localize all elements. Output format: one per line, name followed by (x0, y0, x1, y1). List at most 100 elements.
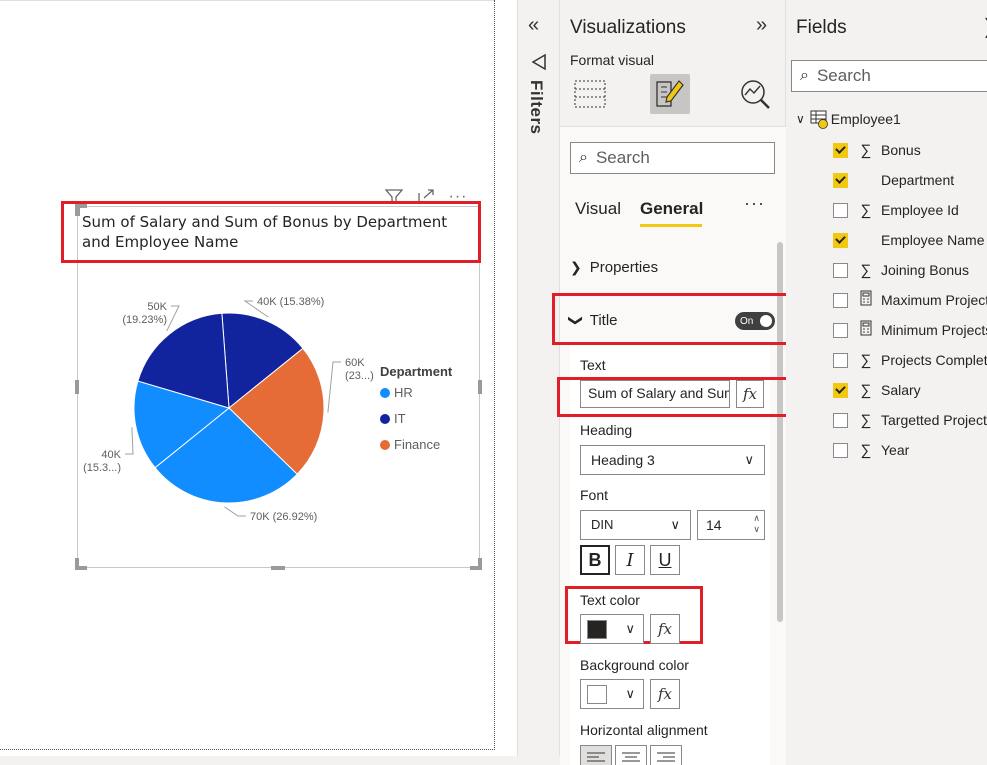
heading-select[interactable]: Heading 3 ∨ (580, 445, 765, 475)
search-placeholder: Search (816, 66, 871, 85)
legend-marker (380, 414, 390, 424)
field-item[interactable]: ∑ Employee Id (833, 200, 959, 220)
align-center-icon (622, 752, 640, 762)
chevron-down-icon: ∨ (670, 517, 680, 532)
field-item[interactable]: ∑ Targetted Projects (833, 410, 987, 430)
field-item[interactable]: Employee Name (833, 230, 985, 250)
font-label: Font (580, 487, 609, 503)
bold-button[interactable]: B (580, 545, 610, 575)
field-checkbox[interactable] (833, 442, 848, 458)
horizontal-alignment-label: Horizontal alignment (580, 722, 708, 738)
italic-button[interactable]: I (615, 545, 645, 575)
field-label: Year (881, 442, 910, 458)
align-left-button[interactable] (580, 745, 612, 765)
title-section-label: Title (589, 312, 618, 329)
title-section-header[interactable]: ❯ Title (568, 312, 618, 329)
field-checkbox[interactable] (833, 352, 848, 368)
expand-pane-icon[interactable]: » (756, 14, 767, 37)
legend-item[interactable]: HR (394, 385, 413, 400)
filter-pane-icon[interactable] (530, 52, 550, 72)
spinner-arrows-icon[interactable]: ∧ ∨ (753, 513, 760, 535)
properties-section-header[interactable]: ❯ Properties (570, 259, 658, 276)
text-color-fx-button[interactable]: fx (650, 614, 680, 644)
field-label: Department (881, 172, 955, 188)
field-item[interactable]: Department (833, 170, 954, 190)
pie-chart: 40K (15.38%) 60K (23...) 70K (26.92%) 40K (15… (83, 296, 453, 523)
field-checkbox[interactable] (833, 262, 848, 278)
format-visual-label: Format visual (570, 52, 655, 68)
active-tab-indicator (640, 224, 702, 227)
sigma-icon: ∑ (860, 201, 872, 219)
title-toggle[interactable]: On (735, 312, 775, 330)
toggle-label: On (740, 315, 754, 327)
build-visual-icon (574, 80, 606, 108)
field-label: Salary (881, 382, 921, 398)
filters-pane-collapsed: « Filters (517, 0, 560, 765)
leader-line (224, 506, 246, 517)
underline-button[interactable]: U (650, 545, 680, 575)
analytics-icon (741, 80, 770, 109)
font-size-stepper[interactable]: 14 ∧ ∨ (697, 510, 765, 540)
legend-title: Department (380, 364, 453, 379)
align-left-icon (587, 752, 605, 762)
analytics-button[interactable] (735, 74, 775, 114)
data-label: 40K (15.38%) (257, 296, 324, 308)
chevron-down-icon: ∨ (796, 112, 805, 126)
field-item[interactable]: ∑ Bonus (833, 140, 921, 160)
data-label: 60K (23...) (345, 357, 374, 382)
build-visual-button[interactable] (570, 74, 610, 114)
field-item[interactable]: Minimum Projects (833, 320, 987, 340)
sigma-icon: ∑ (860, 441, 872, 459)
sigma-icon: ∑ (860, 141, 872, 159)
align-center-button[interactable] (615, 745, 647, 765)
fields-search-input[interactable]: ⌕ Search (791, 60, 987, 92)
field-checkbox[interactable] (833, 412, 848, 428)
legend-item[interactable]: IT (394, 411, 406, 426)
toggle-knob (760, 315, 772, 327)
format-visual-button[interactable] (650, 74, 690, 114)
canvas-scrollbar[interactable] (0, 756, 560, 765)
align-right-icon (657, 752, 675, 762)
chevron-down-icon: ❯ (568, 314, 585, 327)
field-item[interactable]: ∑ Year (833, 440, 909, 460)
field-checkbox[interactable] (833, 322, 848, 338)
collapse-fields-icon[interactable]: ❯ (982, 14, 987, 39)
table-employee1[interactable]: ∨ Employee1 (796, 109, 901, 129)
field-checkbox[interactable] (833, 382, 848, 398)
sigma-icon: ∑ (860, 411, 872, 429)
font-family-select[interactable]: DIN ∨ (580, 510, 691, 540)
field-item[interactable]: ∑ Projects Completed (833, 350, 987, 370)
field-label: Projects Completed (881, 352, 987, 368)
more-options-button[interactable]: ··· (744, 193, 765, 214)
tab-visual[interactable]: Visual (575, 199, 621, 219)
filters-label[interactable]: Filters (526, 80, 546, 135)
field-item[interactable]: ∑ Salary (833, 380, 921, 400)
field-item[interactable]: ∑ Joining Bonus (833, 260, 969, 280)
data-label: 70K (26.92%) (250, 511, 317, 523)
field-checkbox[interactable] (833, 232, 848, 248)
chevron-down-icon: ∨ (744, 452, 754, 467)
tab-general[interactable]: General (640, 199, 703, 219)
field-checkbox[interactable] (833, 172, 848, 188)
legend-item[interactable]: Finance (394, 437, 440, 452)
collapse-pane-icon[interactable]: « (528, 14, 539, 37)
background-color-fx-button[interactable]: fx (650, 679, 680, 709)
text-color-swatch (587, 620, 607, 639)
fields-pane: Fields ❯ ⌕ Search ∨ Employee1 ∑ Bonus Depa… (786, 0, 987, 765)
text-color-label: Text color (580, 592, 640, 608)
visualizations-search-input[interactable]: ⌕ Search (570, 142, 775, 174)
search-placeholder: Search (595, 148, 650, 167)
field-label: Targetted Projects (881, 412, 987, 428)
align-right-button[interactable] (650, 745, 682, 765)
chevron-down-icon: ∨ (625, 686, 635, 701)
text-label: Text (580, 357, 606, 373)
field-item[interactable]: Maximum Projects (833, 290, 987, 310)
field-checkbox[interactable] (833, 292, 848, 308)
background-color-picker[interactable]: ∨ (580, 679, 644, 709)
visualizations-title: Visualizations (570, 17, 686, 38)
font-value: DIN (591, 517, 614, 532)
leader-line (166, 305, 180, 332)
field-checkbox[interactable] (833, 142, 848, 158)
field-checkbox[interactable] (833, 202, 848, 218)
text-color-picker[interactable]: ∨ (580, 614, 644, 644)
